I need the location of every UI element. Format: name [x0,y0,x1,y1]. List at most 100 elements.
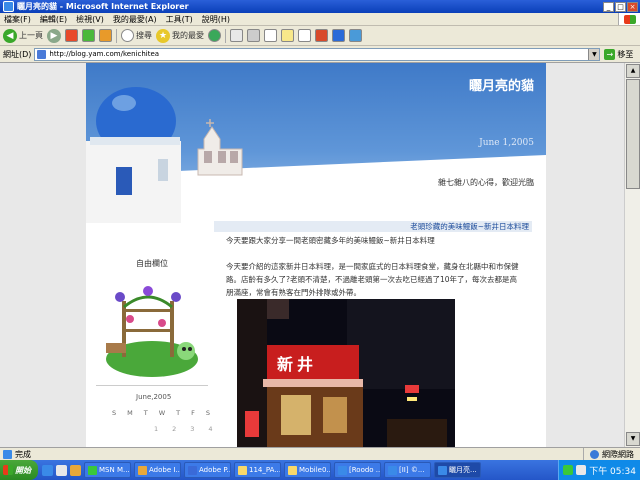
address-input[interactable]: http://blog.yam.com/kenichitea ▼ [34,47,601,61]
home-icon[interactable] [99,29,112,42]
taskbar-button[interactable]: [Roodo ... [334,462,381,478]
print-icon[interactable] [247,29,260,42]
taskbar-button-label: 114_PA... [249,466,281,474]
desktop-icon[interactable] [56,464,67,476]
calendar-first-week: 1 2 3 4 [112,425,213,433]
favorites-label: 我的最愛 [172,31,204,40]
taskbar-button-label: [II] ©... [399,466,425,474]
taskbar-button-label: [Roodo ... [349,466,381,474]
history-icon[interactable] [208,29,221,42]
folder-icon[interactable] [281,29,294,42]
taskbar-button-active[interactable]: 矖月亮... [434,462,481,478]
taskbar-button-label: MSN M... [99,466,130,474]
ie-icon[interactable] [42,464,53,476]
calendar-weekday: W [158,409,166,417]
window-title: 矖月亮的貓 - Microsoft Internet Explorer [17,2,189,11]
scroll-down-icon[interactable]: ▼ [626,432,640,446]
taskbar-button[interactable]: Adobe P... [184,462,231,478]
menu-file[interactable]: 檔案(F) [4,14,31,25]
sidebar-free-section-label: 自由欄位 [136,259,168,268]
ie-icon [3,1,14,12]
msn-icon[interactable] [349,29,362,42]
media-icon[interactable] [315,29,328,42]
start-label: 開始 [15,465,31,475]
bluetooth-icon[interactable] [332,29,345,42]
security-zone: 網際網路 [583,447,640,461]
taskbar-button-label: Adobe P... [199,466,231,474]
page-favicon-icon [37,49,47,59]
blog-tagline: 雜七雜八的心得，歡迎光臨 [438,178,534,187]
blog-date: June 1,2005 [479,138,534,148]
scroll-thumb[interactable] [626,79,640,189]
calendar-day: 2 [172,425,177,433]
post-paragraph: 今天要跟大家分享一間老頭密藏多年的美味鰻飯~新井日本料理 [226,236,435,245]
scroll-up-icon[interactable]: ▲ [626,64,640,78]
blog-title[interactable]: 矖月亮的貓 [469,75,534,94]
forward-arrow-icon: ▶ [47,28,61,43]
edit-icon[interactable] [264,29,277,42]
page-done-icon [3,449,12,459]
calendar-weekdays: S M T W T F S [112,409,210,417]
vertical-scrollbar[interactable]: ▲ ▼ [624,63,640,447]
toolbar-separator [116,28,117,43]
calendar-day: 3 [190,425,195,433]
taskbar-button[interactable]: Adobe I... [134,462,181,478]
garden-illustration [106,286,198,377]
menu-edit[interactable]: 編輯(E) [40,14,67,25]
browser-content[interactable]: 矖月亮的貓 June 1,2005 雜七雜八的心得，歡迎光臨 自由欄位 June… [0,63,624,447]
calendar-weekday: S [112,409,117,417]
back-button[interactable]: ◀ 上一頁 [3,28,43,43]
calendar-weekday: F [191,409,195,417]
volume-icon[interactable] [576,465,587,475]
post-paragraph: 今天要介紹的這家新井日本料理，是一間家庭式的日本料理食堂，藏身在北縣中和市保健 [226,262,519,271]
post-title[interactable]: 老頭珍藏的美味鰻飯~新井日本料理 [410,222,529,231]
menu-view[interactable]: 檢視(V) [76,14,104,25]
address-dropdown-icon[interactable]: ▼ [588,48,600,60]
address-label: 網址(D) [3,49,32,59]
search-icon [121,29,134,42]
minimize-button[interactable]: _ [603,1,614,12]
folder-icon [238,465,247,475]
messenger-icon[interactable] [298,29,311,42]
mail-icon[interactable] [230,29,243,42]
status-bar: 完成 網際網路 [0,447,640,461]
taskbar: 開始 MSN M... Adobe I... Adobe P... 114_PA… [0,460,640,480]
ie-icon [338,465,347,475]
sidebar-divider [96,385,208,386]
taskbar-button-label: Adobe I... [149,466,181,474]
address-url[interactable]: http://blog.yam.com/kenichitea [49,50,585,58]
calendar-weekday: S [205,409,211,417]
stop-icon[interactable] [65,29,78,42]
toolbar: ◀ 上一頁 ▶ 搜尋 ★ 我的最愛 [0,26,640,46]
windows-logo-icon [3,465,13,475]
zone-label: 網際網路 [602,449,634,459]
windows-logo-icon [623,14,636,24]
address-bar: 網址(D) http://blog.yam.com/kenichitea ▼ →… [0,46,640,63]
close-button[interactable]: × [627,1,638,12]
taskbar-button[interactable]: Mobile0... [284,462,331,478]
clock[interactable]: 下午 05:34 [589,464,636,477]
restaurant-night-scene [237,299,455,447]
msn-icon [88,465,97,475]
calendar-day[interactable]: 1 [154,425,158,433]
taskbar-button[interactable]: [II] ©... [384,462,431,478]
forward-button[interactable]: ▶ [47,28,61,43]
refresh-icon[interactable] [82,29,95,42]
maximize-button[interactable]: □ [615,1,626,12]
post-paragraph: 路。店齡有多久了?老頭不清楚，不過離老頭第一次去吃已經過了10年了，每次去都是高 [226,275,518,284]
calendar-month: June,2005 [136,393,172,401]
menu-help[interactable]: 說明(H) [202,14,230,25]
search-button[interactable]: 搜尋 [121,29,152,42]
menu-tools[interactable]: 工具(T) [166,14,193,25]
taskbar-button[interactable]: 114_PA... [234,462,281,478]
media-player-icon[interactable] [70,464,81,476]
favorites-button[interactable]: ★ 我的最愛 [156,28,204,43]
back-arrow-icon: ◀ [3,28,17,43]
menu-favorites[interactable]: 我的最愛(A) [113,14,157,25]
post-title-bar: 老頭珍藏的美味鰻飯~新井日本料理 [214,221,532,232]
network-icon[interactable] [563,465,574,475]
calendar-day: 4 [208,425,213,433]
go-button[interactable]: → 移至 [604,48,633,60]
taskbar-button[interactable]: MSN M... [84,462,131,478]
start-button[interactable]: 開始 [0,460,38,480]
